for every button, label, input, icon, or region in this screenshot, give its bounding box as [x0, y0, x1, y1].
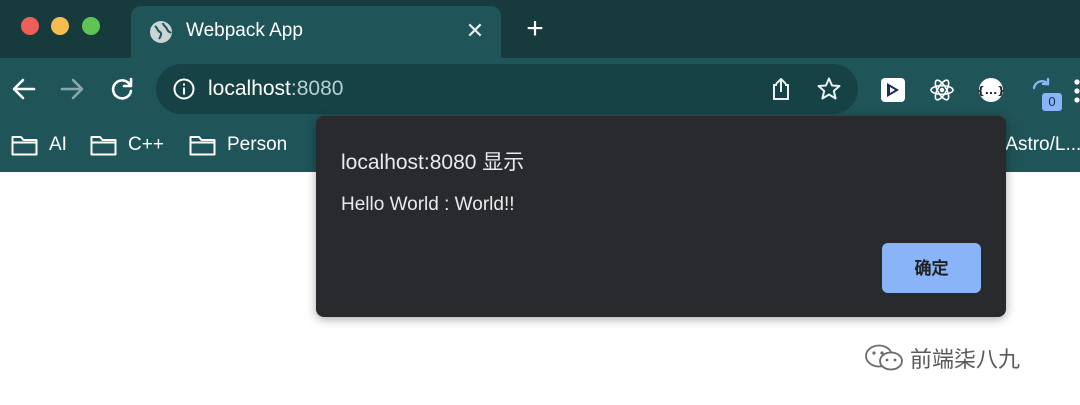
url-text: localhost:8080 — [208, 77, 343, 101]
forward-arrow-icon[interactable] — [58, 75, 86, 103]
watermark-text: 前端柒八九 — [910, 348, 1021, 373]
bookmark-label: C++ — [128, 134, 164, 155]
bookmark-star-icon[interactable] — [816, 76, 842, 102]
address-bar[interactable]: localhost:8080 — [156, 64, 858, 114]
share-icon[interactable] — [768, 76, 794, 102]
reload-icon[interactable] — [108, 75, 136, 103]
extension-badge: 0 — [1042, 93, 1062, 111]
tab-title: Webpack App — [186, 20, 303, 41]
close-tab-icon[interactable]: ✕ — [463, 18, 487, 44]
close-window-button[interactable] — [21, 17, 39, 35]
dialog-message: Hello World : World!! — [341, 194, 515, 215]
json-formatter-icon[interactable]: {...} — [977, 76, 1005, 104]
folder-icon — [90, 136, 117, 156]
url-port: :8080 — [290, 77, 344, 100]
extension-play-icon[interactable] — [879, 76, 907, 104]
browser-titlebar: Webpack App ✕ + — [0, 0, 1080, 58]
maximize-window-button[interactable] — [82, 17, 100, 35]
dialog-title: localhost:8080 显示 — [341, 151, 525, 174]
globe-icon — [150, 21, 172, 43]
bookmark-label: AI — [49, 134, 67, 155]
site-info-icon[interactable] — [172, 77, 196, 101]
back-arrow-icon[interactable] — [10, 75, 38, 103]
browser-toolbar: localhost:8080 {...} 0 — [0, 58, 1080, 120]
bookmark-label: Person — [227, 134, 288, 155]
ok-button[interactable]: 确定 — [882, 243, 981, 293]
bookmark-folder-cpp[interactable]: C++ — [90, 132, 180, 158]
bookmark-folder-ai[interactable]: AI — [11, 132, 81, 158]
react-devtools-icon[interactable] — [928, 76, 956, 104]
folder-icon — [11, 136, 38, 156]
new-tab-button[interactable]: + — [521, 14, 549, 44]
tab-webpack-app[interactable]: Webpack App ✕ — [131, 6, 501, 58]
svg-text:{...}: {...} — [977, 84, 1005, 97]
bookmark-overflow-item[interactable]: /Astro/L... — [1000, 134, 1080, 156]
more-menu-icon[interactable] — [1074, 78, 1080, 104]
minimize-window-button[interactable] — [51, 17, 69, 35]
folder-icon — [189, 136, 216, 156]
wechat-icon — [865, 344, 903, 371]
alert-dialog: localhost:8080 显示 Hello World : World!! … — [316, 116, 1006, 317]
bookmark-folder-person[interactable]: Person — [189, 132, 299, 158]
url-host: localhost — [208, 77, 291, 100]
